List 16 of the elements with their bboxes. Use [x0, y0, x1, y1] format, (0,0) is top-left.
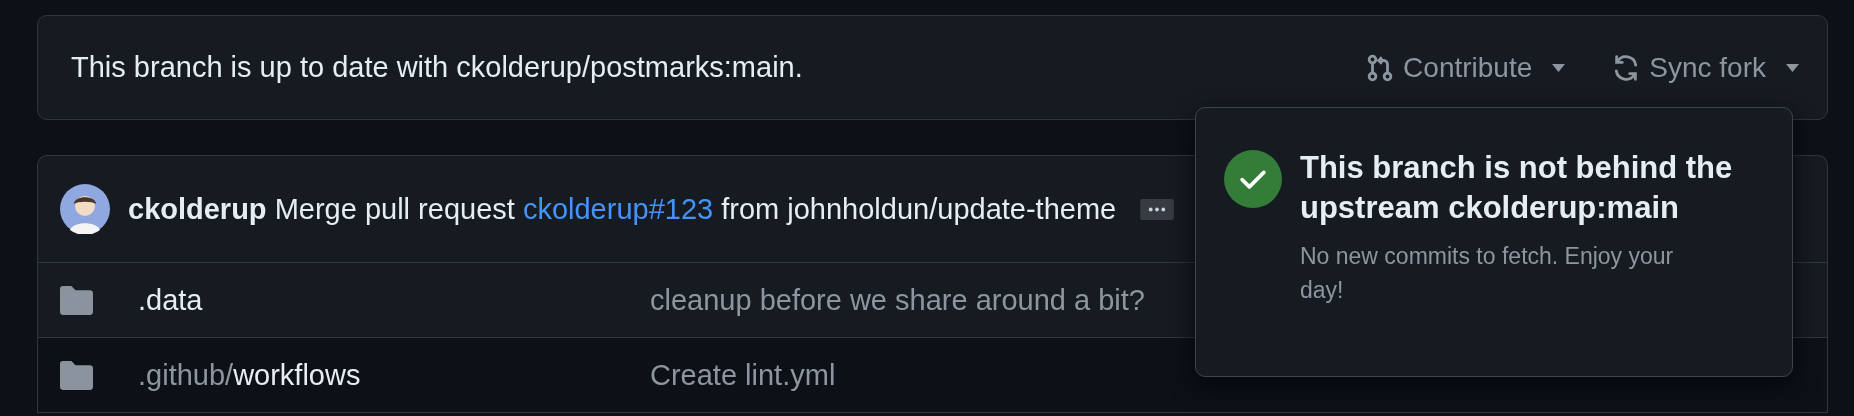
caret-icon: [1786, 63, 1799, 72]
contribute-button[interactable]: Contribute: [1359, 47, 1572, 88]
folder-icon: [60, 360, 93, 390]
caret-icon: [1552, 63, 1566, 72]
avatar-icon: [60, 184, 110, 234]
ellipsis-icon: [1140, 198, 1175, 220]
pull-request-link[interactable]: ckolderup#123: [522, 192, 714, 225]
status-message: This branch is up to date with ckolderup/postmarks:main.: [71, 51, 803, 84]
commit-message: ckolderup Merge pull request ckolderup#123 from johnholdun/update-theme: [128, 192, 1117, 226]
popover-description: No new commits to fetch. Enjoy your day!: [1300, 241, 1675, 306]
folder-icon: [60, 285, 93, 315]
sync-fork-button[interactable]: Sync fork: [1605, 47, 1805, 88]
check-circle-icon: [1224, 150, 1282, 208]
folder-link[interactable]: .data: [138, 283, 650, 317]
popover-title: This branch is not behind the upstream ckolderup:main: [1300, 149, 1734, 228]
folder-link[interactable]: .github/workflows: [138, 358, 650, 392]
